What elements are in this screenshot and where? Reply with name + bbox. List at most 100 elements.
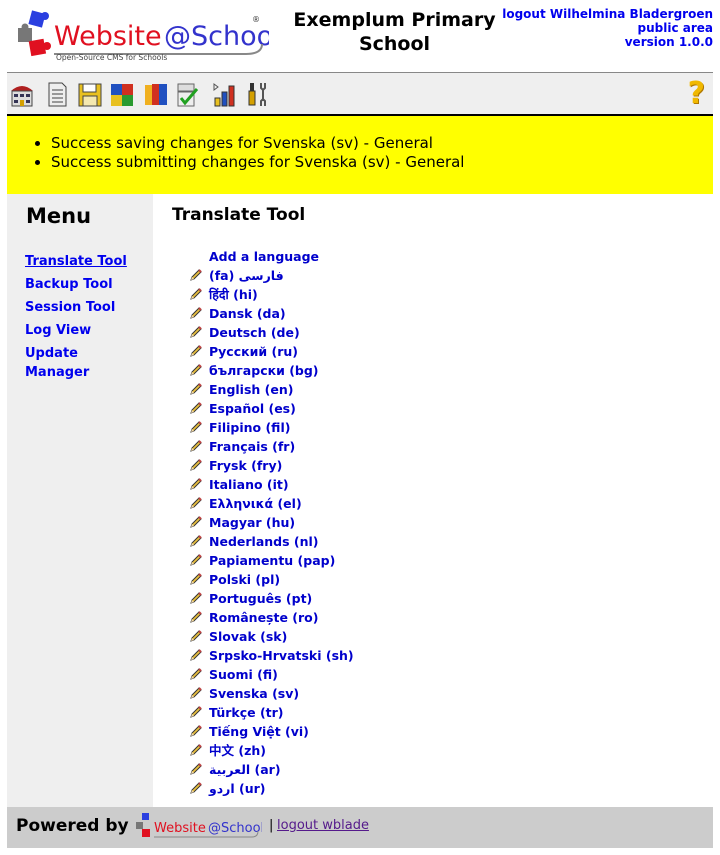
svg-text:®: ® <box>252 15 260 24</box>
language-link[interactable]: Slovak (sk) <box>209 629 287 644</box>
language-list-item: Magyar (hu) <box>189 513 354 532</box>
configuration-manager-icon[interactable] <box>175 81 201 108</box>
edit-pencil-icon[interactable] <box>189 363 203 377</box>
edit-pencil-icon[interactable] <box>189 439 203 453</box>
edit-pencil-icon[interactable] <box>189 553 203 567</box>
language-list-item: Frysk (fry) <box>189 456 354 475</box>
language-link[interactable]: Dansk (da) <box>209 306 286 321</box>
language-link[interactable]: Italiano (it) <box>209 477 289 492</box>
edit-pencil-icon[interactable] <box>189 705 203 719</box>
menu-title: Menu <box>26 204 92 228</box>
header: Website @School ® Open-Source CMS for Sc… <box>7 0 713 72</box>
language-link[interactable]: Papiamentu (pap) <box>209 553 335 568</box>
edit-pencil-icon[interactable] <box>189 458 203 472</box>
edit-pencil-icon[interactable] <box>189 743 203 757</box>
language-list-item: हिंदी (hi) <box>189 285 354 304</box>
language-link[interactable]: Srpsko-Hrvatski (sh) <box>209 648 354 663</box>
help-icon[interactable]: ? <box>688 79 705 109</box>
edit-pencil-icon[interactable] <box>189 515 203 529</box>
language-link[interactable]: Filipino (fil) <box>209 420 290 435</box>
edit-pencil-icon[interactable] <box>189 534 203 548</box>
edit-pencil-icon[interactable] <box>189 591 203 605</box>
edit-pencil-icon[interactable] <box>189 629 203 643</box>
language-link[interactable]: हिंदी (hi) <box>209 287 258 302</box>
language-link[interactable]: Türkçe (tr) <box>209 705 284 720</box>
edit-pencil-icon[interactable] <box>189 781 203 795</box>
edit-pencil-icon[interactable] <box>189 724 203 738</box>
language-link[interactable]: Français (fr) <box>209 439 295 454</box>
message-item: Success saving changes for Svenska (sv) … <box>51 134 464 153</box>
language-link[interactable]: Nederlands (nl) <box>209 534 319 549</box>
language-link[interactable]: Polski (pl) <box>209 572 280 587</box>
edit-pencil-icon[interactable] <box>189 382 203 396</box>
files-icon[interactable] <box>77 81 103 108</box>
language-list-item: Suomi (fi) <box>189 665 354 684</box>
edit-pencil-icon[interactable] <box>189 496 203 510</box>
edit-pencil-icon[interactable] <box>189 648 203 662</box>
toolbar: ? <box>7 72 713 114</box>
edit-pencil-icon[interactable] <box>189 268 203 282</box>
language-link[interactable]: Svenska (sv) <box>209 686 299 701</box>
language-link[interactable]: български (bg) <box>209 363 319 378</box>
menu-item-update-manager[interactable]: Update Manager <box>25 346 89 380</box>
svg-text:Website: Website <box>54 21 162 52</box>
language-list-item: български (bg) <box>189 361 354 380</box>
language-list-item: Türkçe (tr) <box>189 703 354 722</box>
edit-pencil-icon[interactable] <box>189 401 203 415</box>
statistics-icon[interactable] <box>211 81 237 108</box>
language-link[interactable]: Deutsch (de) <box>209 325 300 340</box>
edit-pencil-icon[interactable] <box>189 287 203 301</box>
public-area-link[interactable]: public area <box>638 21 714 35</box>
tools-icon[interactable] <box>245 81 271 108</box>
language-link[interactable]: اردو (ur) <box>209 781 266 796</box>
language-link[interactable]: Frysk (fry) <box>209 458 282 473</box>
edit-pencil-icon[interactable] <box>189 420 203 434</box>
language-link[interactable]: Ελληνικά (el) <box>209 496 302 511</box>
add-language-link[interactable]: Add a language <box>209 249 319 264</box>
edit-pencil-icon[interactable] <box>189 686 203 700</box>
language-list-item: Ελληνικά (el) <box>189 494 354 513</box>
page-title: Translate Tool <box>172 205 306 225</box>
edit-pencil-icon[interactable] <box>189 667 203 681</box>
menu-item-backup-tool[interactable]: Backup Tool <box>25 277 113 292</box>
language-link[interactable]: Русский (ru) <box>209 344 298 359</box>
edit-pencil-icon[interactable] <box>189 610 203 624</box>
language-link[interactable]: English (en) <box>209 382 293 397</box>
site-title: Exemplum Primary School <box>282 8 507 56</box>
header-links: logout Wilhelmina Bladergroen public are… <box>502 7 713 49</box>
edit-pencil-icon[interactable] <box>189 325 203 339</box>
language-link[interactable]: Español (es) <box>209 401 296 416</box>
page-manager-icon[interactable] <box>44 81 70 108</box>
language-list-item: Português (pt) <box>189 589 354 608</box>
main-content: Translate Tool Add a language (fa) فارسی… <box>153 194 713 807</box>
language-link[interactable]: (fa) فارسی <box>209 268 284 283</box>
language-link[interactable]: Românește (ro) <box>209 610 318 625</box>
footer: Powered by Website @School | logout wbla… <box>7 807 713 848</box>
site-title-line2: School <box>358 33 431 55</box>
language-link[interactable]: Português (pt) <box>209 591 312 606</box>
language-list-item: English (en) <box>189 380 354 399</box>
edit-pencil-icon[interactable] <box>189 306 203 320</box>
modules-icon[interactable] <box>109 81 135 108</box>
edit-pencil-icon[interactable] <box>189 344 203 358</box>
site-title-line1: Exemplum Primary <box>293 9 496 31</box>
logout-link[interactable]: logout Wilhelmina Bladergroen <box>502 7 713 21</box>
language-link[interactable]: العربية (ar) <box>209 762 281 777</box>
edit-pencil-icon[interactable] <box>189 477 203 491</box>
language-link[interactable]: Suomi (fi) <box>209 667 278 682</box>
account-manager-icon[interactable] <box>143 81 169 108</box>
website-at-school-logo[interactable]: Website @School ® Open-Source CMS for Sc… <box>14 8 269 66</box>
edit-pencil-icon[interactable] <box>189 572 203 586</box>
start-center-icon[interactable] <box>9 81 35 108</box>
svg-text:Website: Website <box>154 821 206 836</box>
language-link[interactable]: Tiếng Việt (vi) <box>209 724 309 739</box>
footer-website-at-school-logo[interactable]: Website @School <box>134 811 262 843</box>
language-link[interactable]: 中文 (zh) <box>209 743 266 758</box>
menu-item-log-view[interactable]: Log View <box>25 323 91 338</box>
language-list-item: Français (fr) <box>189 437 354 456</box>
menu-item-translate-tool[interactable]: Translate Tool <box>25 254 127 269</box>
language-link[interactable]: Magyar (hu) <box>209 515 295 530</box>
menu-item-session-tool[interactable]: Session Tool <box>25 300 115 315</box>
edit-pencil-icon[interactable] <box>189 762 203 776</box>
footer-logout-link[interactable]: logout wblade <box>277 818 369 833</box>
